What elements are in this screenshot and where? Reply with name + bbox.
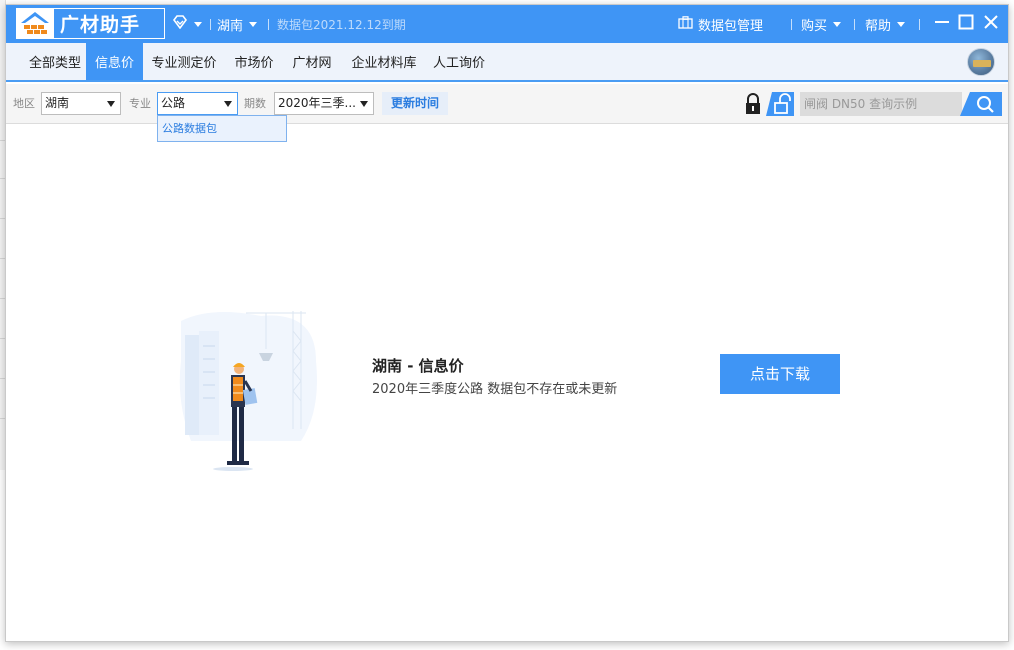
chevron-down-icon xyxy=(897,21,906,27)
tab-info-price[interactable]: 信息价 xyxy=(86,43,143,80)
search-button[interactable] xyxy=(960,92,1002,116)
update-time-button[interactable]: 更新时间 xyxy=(382,92,448,115)
maximize-icon xyxy=(958,14,974,34)
specialty-dropdown-option[interactable]: 公路数据包 xyxy=(157,115,287,142)
specialty-select-value: 公路 xyxy=(161,96,186,110)
empty-state-title: 湖南 - 信息价 xyxy=(372,357,464,375)
search-input[interactable]: 闸阀 DN50 查询示例 xyxy=(800,92,962,116)
close-button[interactable] xyxy=(983,5,999,43)
package-expiry-text: 数据包2021.12.12到期 xyxy=(277,17,406,32)
chevron-down-icon xyxy=(360,101,368,107)
app-logo: 广材助手 xyxy=(16,8,165,39)
tab-manual-inquiry[interactable]: 人工询价 xyxy=(427,43,491,80)
diamond-icon xyxy=(172,15,188,33)
chevron-down-icon xyxy=(224,101,232,107)
buy-dropdown[interactable]: 购买 xyxy=(801,5,842,43)
briefcase-icon xyxy=(678,15,693,33)
minimize-button[interactable] xyxy=(934,5,950,43)
chevron-down-icon xyxy=(107,101,115,107)
worker-illustration xyxy=(171,301,321,471)
empty-state-subtitle: 2020年三季度公路 数据包不存在或未更新 xyxy=(372,382,618,397)
minimize-icon xyxy=(934,14,950,34)
help-dropdown[interactable]: 帮助 xyxy=(865,5,906,43)
region-select[interactable]: 湖南 xyxy=(41,92,121,115)
lock-button[interactable] xyxy=(742,92,764,116)
specialty-select[interactable]: 公路 xyxy=(157,92,238,115)
avatar[interactable] xyxy=(967,48,995,76)
chevron-down-icon xyxy=(249,21,258,27)
close-icon xyxy=(983,14,999,34)
app-title: 广材助手 xyxy=(60,14,141,36)
maximize-button[interactable] xyxy=(958,5,974,43)
period-select-value: 2020年三季... xyxy=(278,96,356,110)
help-label: 帮助 xyxy=(865,18,892,34)
logo-icon xyxy=(17,9,54,38)
category-nav: 全部类型 信息价 专业测定价 市场价 广材网 企业材料库 人工询价 xyxy=(6,43,1008,82)
region-filter-label: 地区 xyxy=(13,97,35,110)
region-dropdown[interactable]: 湖南 xyxy=(217,5,258,43)
tab-guangcai-web[interactable]: 广材网 xyxy=(283,43,341,80)
region-label: 湖南 xyxy=(217,18,244,34)
title-bar: 广材助手 湖南 数据包2021.12.12到期 数据包管理 购买 帮助 xyxy=(6,5,1008,43)
search-icon xyxy=(960,92,1002,120)
chevron-down-icon xyxy=(194,21,202,27)
download-button[interactable]: 点击下载 xyxy=(720,354,840,394)
region-select-value: 湖南 xyxy=(45,96,70,110)
package-manage-label: 数据包管理 xyxy=(698,18,764,34)
tab-professional-price[interactable]: 专业测定价 xyxy=(143,43,225,80)
app-window: 广材助手 湖南 数据包2021.12.12到期 数据包管理 购买 帮助 全部类型… xyxy=(5,4,1009,642)
tab-market-price[interactable]: 市场价 xyxy=(225,43,283,80)
tab-all-types[interactable]: 全部类型 xyxy=(16,43,94,80)
buy-label: 购买 xyxy=(801,18,828,34)
period-select[interactable]: 2020年三季... xyxy=(274,92,374,115)
chevron-down-icon xyxy=(833,21,842,27)
unlock-button[interactable] xyxy=(766,92,794,116)
tab-enterprise-library[interactable]: 企业材料库 xyxy=(341,43,427,80)
package-manage-button[interactable]: 数据包管理 xyxy=(678,5,763,43)
specialty-filter-label: 专业 xyxy=(129,97,151,110)
vip-diamond-dropdown[interactable] xyxy=(172,5,202,43)
unlock-icon xyxy=(766,92,794,120)
lock-icon xyxy=(742,93,764,120)
